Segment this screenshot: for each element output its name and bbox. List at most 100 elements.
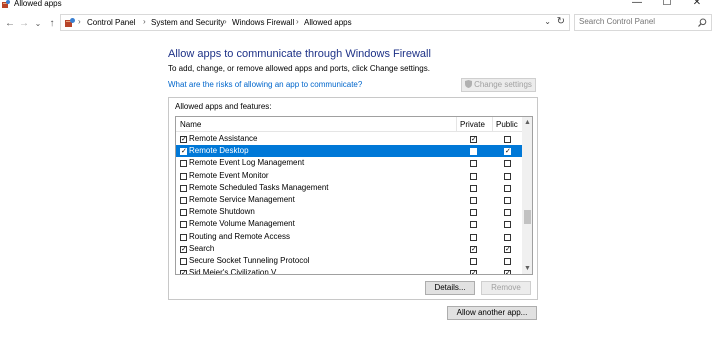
scroll-up-icon[interactable]: ▲ (522, 117, 532, 128)
app-name: Remote Service Management (189, 195, 295, 204)
public-checkbox[interactable]: ✓ (504, 148, 511, 156)
column-header-public[interactable]: Public (496, 120, 518, 129)
column-header-private[interactable]: Private (460, 120, 485, 129)
column-header-name[interactable]: Name (180, 120, 201, 129)
private-checkbox[interactable] (470, 209, 477, 217)
private-checkbox[interactable] (470, 233, 477, 241)
search-box[interactable] (574, 14, 712, 31)
private-checkbox[interactable] (470, 258, 477, 265)
public-checkbox[interactable] (504, 221, 511, 229)
list-header: Name Private Public (176, 117, 522, 132)
scroll-down-icon[interactable]: ▼ (522, 263, 532, 274)
app-row[interactable]: Secure Socket Tunneling Protocol (176, 255, 522, 267)
app-enabled-checkbox[interactable]: ✓ (180, 136, 187, 143)
app-name: Remote Event Monitor (189, 170, 269, 180)
recent-locations-button[interactable]: ⌄ (32, 17, 44, 31)
public-checkbox[interactable] (504, 258, 511, 265)
maximize-button[interactable]: ☐ (652, 0, 682, 9)
public-checkbox[interactable]: ✓ (504, 245, 511, 253)
app-name: Remote Desktop (189, 146, 249, 156)
private-checkbox[interactable]: ✓ (470, 270, 477, 274)
breadcrumb-windows-firewall[interactable]: Windows Firewall (232, 18, 294, 27)
risks-link[interactable]: What are the risks of allowing an app to… (168, 80, 362, 89)
page-description: To add, change, or remove allowed apps a… (168, 64, 430, 73)
app-enabled-checkbox[interactable]: ✓ (180, 148, 187, 156)
firewall-app-icon (2, 0, 10, 8)
public-checkbox[interactable] (504, 160, 511, 168)
page-heading: Allow apps to communicate through Window… (168, 48, 431, 60)
change-settings-button[interactable]: Change settings (461, 78, 536, 92)
breadcrumb-control-panel[interactable]: Control Panel (87, 18, 135, 27)
app-row[interactable]: Remote Shutdown (176, 206, 522, 218)
app-name: Secure Socket Tunneling Protocol (189, 256, 310, 265)
public-checkbox[interactable] (504, 233, 511, 241)
remove-button[interactable]: Remove (481, 281, 531, 295)
private-checkbox[interactable] (470, 197, 477, 204)
public-checkbox[interactable] (504, 209, 511, 217)
app-row[interactable]: ✓ Sid Meier's Civilization V ✓ ✓ (176, 267, 522, 275)
app-name: Remote Scheduled Tasks Management (189, 182, 329, 192)
app-name: Remote Assistance (189, 134, 258, 143)
app-enabled-checkbox[interactable]: ✓ (180, 245, 187, 253)
app-row[interactable]: Remote Service Management (176, 194, 522, 206)
breadcrumb-separator: › (224, 17, 227, 26)
public-checkbox[interactable] (504, 136, 511, 143)
scrollbar-thumb[interactable] (524, 210, 531, 224)
public-checkbox[interactable] (504, 184, 511, 192)
column-divider[interactable] (492, 117, 493, 131)
app-name: Remote Shutdown (189, 207, 255, 217)
breadcrumb-separator: › (296, 17, 299, 26)
up-button[interactable]: ↑ (46, 17, 58, 31)
app-row[interactable]: ✓ Remote Assistance ✓ (176, 133, 522, 145)
app-enabled-checkbox[interactable] (180, 197, 187, 204)
app-name: Sid Meier's Civilization V (189, 268, 277, 275)
public-checkbox[interactable] (504, 172, 511, 180)
private-checkbox[interactable]: ✓ (470, 245, 477, 253)
app-enabled-checkbox[interactable] (180, 160, 187, 168)
minimize-button[interactable]: — (622, 0, 652, 9)
app-name: Remote Volume Management (189, 219, 295, 229)
app-enabled-checkbox[interactable] (180, 184, 187, 192)
allowed-apps-list[interactable]: Name Private Public ✓ Remote Assistance ✓ ✓… (175, 116, 533, 275)
address-box[interactable]: › Control Panel › System and Security › … (60, 14, 570, 31)
allowed-apps-label: Allowed apps and features: (175, 102, 272, 111)
private-checkbox[interactable]: ✓ (470, 136, 477, 143)
details-button[interactable]: Details... (425, 281, 475, 295)
back-button[interactable]: ← (4, 17, 16, 31)
app-row[interactable]: Routing and Remote Access (176, 231, 522, 243)
private-checkbox[interactable] (470, 221, 477, 229)
app-row[interactable]: Remote Event Log Management (176, 157, 522, 169)
column-divider[interactable] (456, 117, 457, 131)
search-icon[interactable] (698, 18, 707, 27)
forward-button[interactable]: → (18, 17, 30, 31)
breadcrumb-allowed-apps[interactable]: Allowed apps (304, 18, 352, 27)
app-row[interactable]: Remote Event Monitor (176, 170, 522, 182)
private-checkbox[interactable] (470, 148, 477, 156)
private-checkbox[interactable] (470, 160, 477, 168)
private-checkbox[interactable] (470, 184, 477, 192)
window-title: Allowed apps (14, 0, 62, 8)
close-button[interactable]: ✕ (682, 0, 712, 9)
app-row[interactable]: ✓ Remote Desktop ✓ (176, 145, 522, 158)
app-name: Routing and Remote Access (189, 231, 290, 241)
allow-another-app-button[interactable]: Allow another app... (447, 306, 537, 320)
refresh-icon[interactable]: ↻ (557, 16, 565, 27)
app-row[interactable]: Remote Volume Management (176, 218, 522, 230)
address-dropdown-icon[interactable]: ⌄ (544, 17, 551, 26)
app-enabled-checkbox[interactable] (180, 258, 187, 265)
app-enabled-checkbox[interactable] (180, 233, 187, 241)
public-checkbox[interactable] (504, 197, 511, 204)
app-enabled-checkbox[interactable] (180, 172, 187, 180)
app-enabled-checkbox[interactable] (180, 209, 187, 217)
title-bar: Allowed apps — ☐ ✕ (0, 0, 712, 10)
private-checkbox[interactable] (470, 172, 477, 180)
public-checkbox[interactable]: ✓ (504, 270, 511, 274)
search-input[interactable] (579, 17, 689, 26)
app-row[interactable]: ✓ Search ✓ ✓ (176, 243, 522, 255)
app-enabled-checkbox[interactable] (180, 221, 187, 229)
app-row[interactable]: Remote Scheduled Tasks Management (176, 182, 522, 194)
app-enabled-checkbox[interactable]: ✓ (180, 270, 187, 274)
vertical-scrollbar[interactable]: ▲ ▼ (522, 117, 532, 274)
breadcrumb-system-security[interactable]: System and Security (151, 18, 224, 27)
allowed-apps-group: Allowed apps and features: Name Private … (168, 97, 538, 300)
